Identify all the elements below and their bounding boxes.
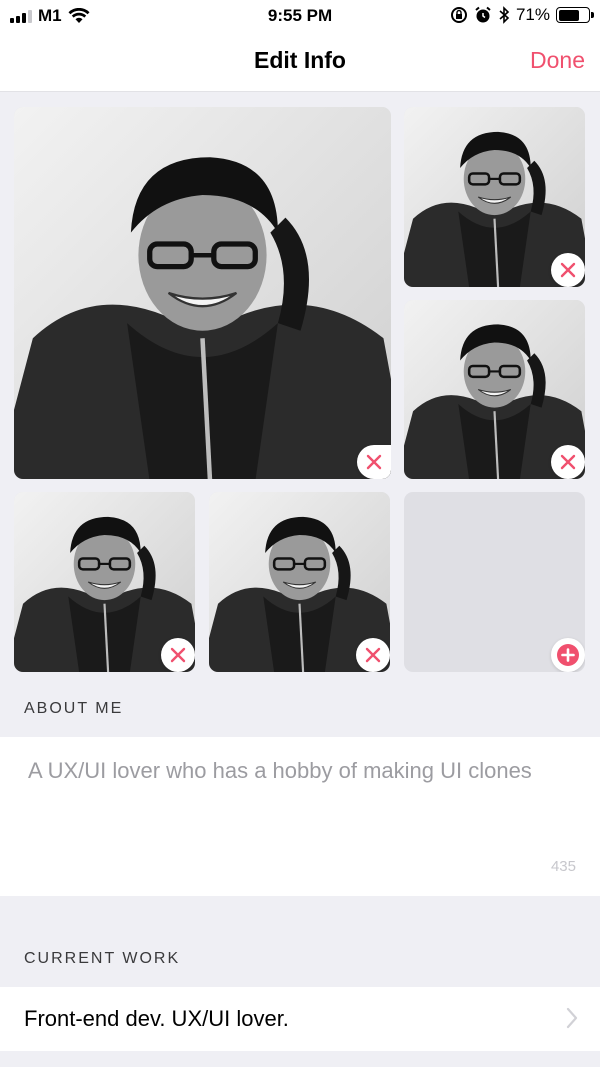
photo-slot-5[interactable] [209, 492, 390, 672]
alarm-icon [475, 6, 491, 23]
battery-fill [558, 9, 580, 21]
about-me-card[interactable]: A UX/UI lover who has a hobby of making … [0, 737, 600, 896]
remove-photo-button[interactable] [357, 445, 391, 479]
photo-slot-3[interactable] [404, 300, 585, 479]
remove-photo-button[interactable] [161, 638, 195, 672]
current-work-header: CURRENT WORK [24, 950, 181, 967]
battery-icon [556, 7, 594, 23]
done-button[interactable]: Done [530, 47, 585, 74]
about-me-header: ABOUT ME [24, 700, 124, 717]
current-work-value: Front-end dev. UX/UI lover. [24, 1006, 289, 1031]
remove-photo-button[interactable] [356, 638, 390, 672]
photo-slot-2[interactable] [404, 107, 585, 287]
about-me-textarea[interactable]: A UX/UI lover who has a hobby of making … [28, 755, 548, 787]
close-icon [560, 262, 576, 278]
chevron-right-icon [566, 1007, 578, 1029]
page-title: Edit Info [254, 47, 346, 73]
current-work-row[interactable]: Front-end dev. UX/UI lover. [0, 987, 600, 1051]
battery-percent: 71% [515, 5, 550, 24]
photo-slot-1[interactable] [14, 107, 391, 479]
close-icon [170, 647, 186, 663]
status-bar: M1 9:55 PM 71% [0, 0, 600, 32]
close-icon [365, 647, 381, 663]
navigation-bar: Edit Info Done [0, 32, 600, 92]
remove-photo-button[interactable] [551, 253, 585, 287]
status-right: 71% [450, 5, 594, 25]
portrait-image [14, 107, 391, 479]
bluetooth-icon [499, 6, 510, 24]
profile-photo [14, 107, 391, 479]
character-counter: 435 [550, 858, 576, 875]
remove-photo-button[interactable] [551, 445, 585, 479]
plus-icon [557, 644, 579, 666]
rotation-lock-icon [450, 7, 467, 23]
close-icon [366, 454, 382, 470]
photo-slot-4[interactable] [14, 492, 195, 672]
add-photo-button[interactable] [551, 638, 585, 672]
close-icon [560, 454, 576, 470]
photo-slot-empty[interactable] [404, 492, 585, 672]
